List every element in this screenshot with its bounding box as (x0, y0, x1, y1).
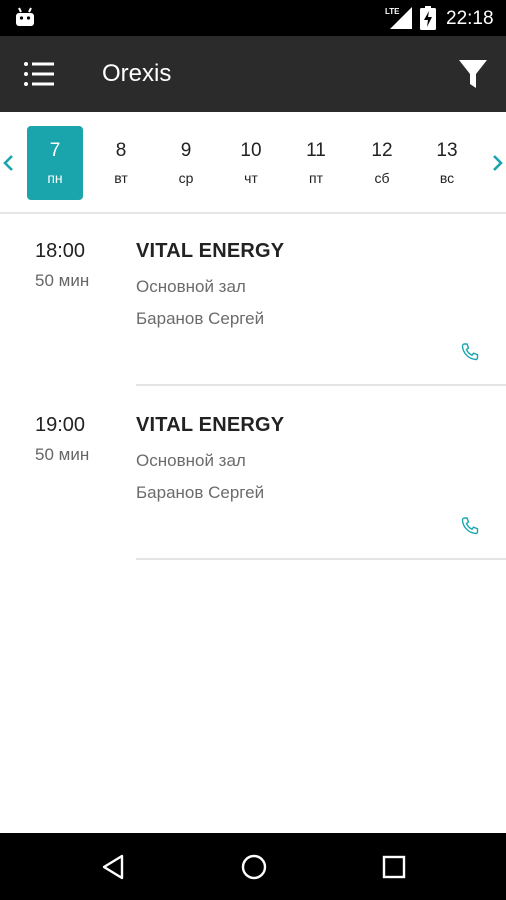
session-item[interactable]: 18:00 50 мин VITAL ENERGY Основной зал Б… (0, 214, 506, 388)
session-duration: 50 мин (35, 271, 90, 290)
day-wednesday[interactable]: 9 ср (158, 126, 214, 200)
day-sunday[interactable]: 13 вс (419, 126, 475, 200)
next-week-button[interactable] (488, 152, 506, 174)
session-duration: 50 мин (35, 445, 90, 464)
schedule-list: 18:00 50 мин VITAL ENERGY Основной зал Б… (0, 214, 506, 562)
session-room: Основной зал (136, 451, 246, 470)
session-time: 18:00 (35, 240, 86, 262)
session-room: Основной зал (136, 277, 246, 296)
filter-icon (459, 60, 487, 88)
recents-button[interactable] (378, 851, 410, 883)
android-icon (16, 7, 34, 26)
call-button[interactable] (460, 516, 480, 536)
home-button[interactable] (238, 851, 270, 883)
date-strip: 7 пн 8 вт 9 ср 10 чт 11 пт 12 сб 13 вс (0, 112, 506, 214)
session-trainer: Баранов Сергей (136, 483, 265, 502)
filter-button[interactable] (456, 56, 490, 92)
day-number: 12 (371, 140, 393, 161)
day-saturday[interactable]: 12 сб (354, 126, 410, 200)
status-time: 22:18 (446, 8, 494, 29)
app-bar: Orexis (0, 36, 506, 112)
app-title: Orexis (102, 60, 172, 87)
menu-button[interactable] (20, 56, 60, 92)
day-name: вс (439, 170, 455, 186)
day-number: 13 (436, 140, 458, 161)
day-monday[interactable]: 7 пн (27, 126, 83, 200)
phone-icon (461, 517, 479, 535)
chevron-left-icon (3, 155, 13, 171)
day-thursday[interactable]: 10 чт (223, 126, 279, 200)
menu-icon (24, 62, 54, 86)
day-friday[interactable]: 11 пт (288, 126, 344, 200)
day-number: 11 (306, 140, 326, 161)
day-number: 9 (180, 140, 192, 161)
chevron-right-icon (493, 155, 503, 171)
session-time: 19:00 (35, 414, 86, 436)
session-name: VITAL ENERGY (136, 414, 285, 436)
back-button[interactable] (98, 851, 130, 883)
call-button[interactable] (460, 342, 480, 362)
day-tuesday[interactable]: 8 вт (93, 126, 149, 200)
divider (136, 558, 506, 560)
day-name: вт (114, 170, 128, 186)
day-name: пн (47, 170, 63, 186)
back-icon (102, 854, 124, 880)
session-item[interactable]: 19:00 50 мин VITAL ENERGY Основной зал Б… (0, 388, 506, 562)
session-trainer: Баранов Сергей (136, 309, 265, 328)
home-icon (241, 854, 267, 880)
day-number: 7 (49, 140, 61, 161)
recents-icon (382, 855, 406, 879)
network-type: LTE (385, 7, 400, 16)
day-number: 10 (240, 140, 262, 161)
phone-icon (461, 343, 479, 361)
system-nav-bar (0, 833, 506, 900)
day-number: 8 (115, 140, 127, 161)
session-name: VITAL ENERGY (136, 240, 285, 262)
day-name: сб (374, 170, 390, 186)
divider (136, 384, 506, 386)
status-bar: LTE 22:18 (0, 0, 506, 36)
battery-charging-icon (420, 6, 436, 30)
day-name: ср (178, 170, 194, 186)
day-name: пт (309, 170, 323, 186)
day-name: чт (244, 170, 258, 186)
previous-week-button[interactable] (0, 152, 18, 174)
